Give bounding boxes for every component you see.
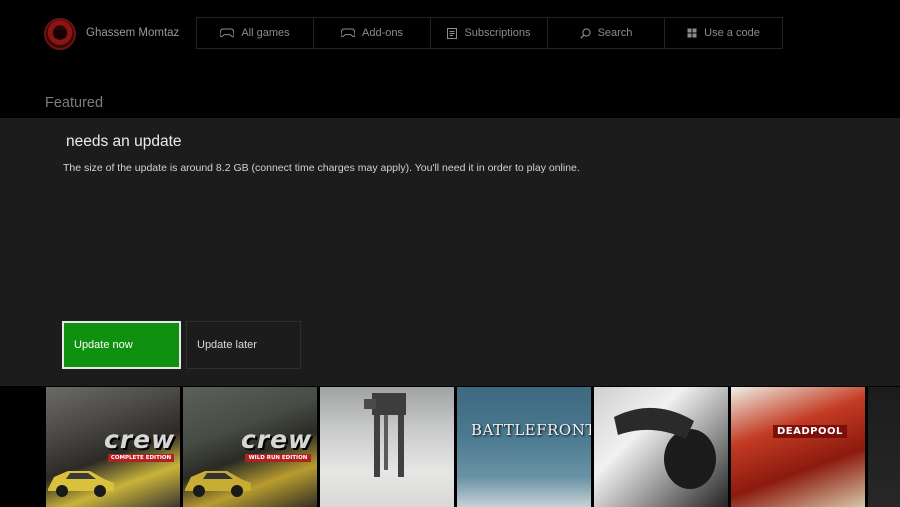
stormtrooper-artwork (614, 407, 716, 489)
section-title: Featured (45, 95, 104, 111)
game-tile-star-wars-walker[interactable] (320, 387, 454, 507)
game-tile-star-wars-battlefront[interactable]: BATTLEFRONT (457, 387, 591, 507)
nav-all-games[interactable]: All games (196, 17, 314, 49)
game-logo: crew (104, 425, 176, 454)
car-artwork (48, 471, 114, 497)
gamepad-icon (220, 28, 235, 38)
game-logo: crew (241, 425, 313, 454)
dialog-message: The size of the update is around 8.2 GB … (63, 162, 580, 174)
game-logo-sub: COMPLETE EDITION (108, 454, 174, 462)
game-tile-the-crew-wild-run[interactable]: crew WILD RUN EDITION (183, 387, 317, 507)
nav-all-games-label: All games (241, 27, 290, 39)
nav-bar: All games Add-ons Subscriptions Search U… (196, 17, 783, 49)
nav-search-label: Search (597, 27, 633, 39)
avatar-face (54, 30, 66, 38)
nav-use-a-code[interactable]: Use a code (664, 17, 783, 49)
nav-add-ons-label: Add-ons (362, 27, 403, 39)
dialog-title: needs an update (66, 133, 182, 150)
avatar[interactable] (44, 18, 76, 50)
nav-subscriptions-label: Subscriptions (464, 27, 531, 39)
update-now-button[interactable]: Update now (62, 321, 181, 369)
nav-subscriptions[interactable]: Subscriptions (430, 17, 548, 49)
search-icon (579, 27, 591, 39)
username: Ghassem Momtaz (86, 27, 180, 39)
update-later-button[interactable]: Update later (186, 321, 301, 369)
code-icon (687, 28, 697, 38)
car-artwork (185, 471, 251, 497)
game-logo: DEADPOOL (773, 425, 847, 438)
gamepad-icon (341, 28, 355, 38)
walker-artwork (364, 393, 406, 477)
nav-add-ons[interactable]: Add-ons (313, 17, 431, 49)
game-logo-sub: WILD RUN EDITION (245, 454, 311, 462)
top-bar: Ghassem Momtaz All games Add-ons Subscri… (0, 0, 900, 70)
subscription-icon (447, 27, 458, 39)
update-dialog: needs an update The size of the update i… (0, 118, 900, 386)
game-tiles-row: crew COMPLETE EDITION crew WILD RUN EDIT… (0, 386, 900, 507)
game-tile-the-crew[interactable]: crew COMPLETE EDITION (46, 387, 180, 507)
game-tile-deadpool[interactable]: DEADPOOL (731, 387, 865, 507)
game-tile-stormtrooper[interactable] (594, 387, 728, 507)
nav-use-a-code-label: Use a code (704, 27, 760, 39)
nav-search[interactable]: Search (547, 17, 665, 49)
game-tile-partial[interactable] (868, 387, 900, 507)
game-logo: BATTLEFRONT (471, 421, 591, 439)
